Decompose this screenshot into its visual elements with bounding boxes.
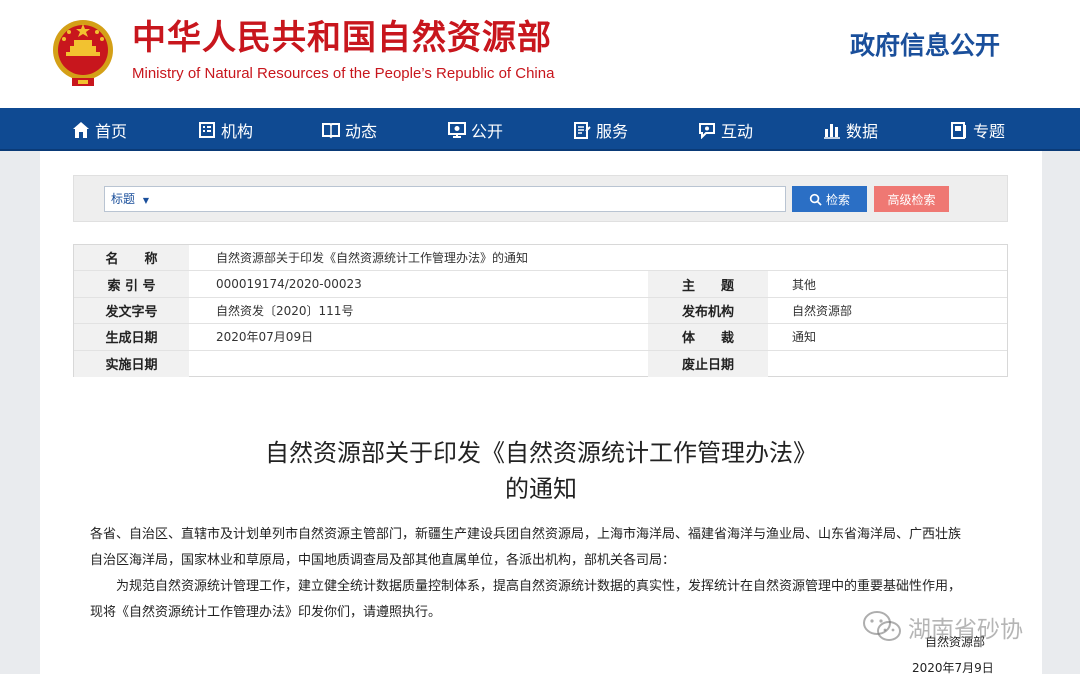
article-title-line: 自然资源部关于印发《自然资源统计工作管理办法》 — [265, 439, 817, 467]
search-icon — [809, 193, 822, 206]
home-icon — [73, 121, 89, 138]
article-title-line: 的通知 — [505, 475, 577, 503]
meta-label: 体 裁 — [648, 324, 768, 350]
topic-icon — [951, 121, 966, 139]
content-panel: 标题 ▼ 检索 高级检索 名 称 自然资源部关于印发《自然资源统计工作管理办法》… — [40, 151, 1042, 674]
caret-down-icon: ▼ — [142, 196, 149, 205]
nav-item-home[interactable]: 首页 — [72, 108, 127, 151]
ministry-name-en: Ministry of Natural Resources of the Peo… — [132, 65, 555, 82]
ministry-name-cn: 中华人民共和国自然资源部 — [132, 18, 552, 58]
body-line: 为规范自然资源统计管理工作，建立健全统计数据质量控制体系，提高自然资源统计数据的… — [116, 579, 962, 594]
nav-item-organization[interactable]: 机构 — [198, 108, 253, 151]
nav-item-service[interactable]: 服务 — [573, 108, 628, 151]
article-date: 2020年7月9日 — [912, 661, 994, 674]
nav-item-public[interactable]: 公开 — [448, 108, 503, 151]
document-meta-table: 名 称 自然资源部关于印发《自然资源统计工作管理办法》的通知 索 引 号 000… — [73, 244, 1008, 377]
search-box: 标题 ▼ — [104, 186, 786, 212]
gov-info-open-link[interactable]: 政府信息公开 — [850, 30, 1000, 62]
organization-icon — [199, 121, 215, 138]
meta-row-doc-no: 发文字号 自然资发〔2020〕111号 发布机构 自然资源部 — [74, 297, 1007, 325]
meta-value-issuer: 自然资源部 — [792, 303, 853, 318]
search-bar: 标题 ▼ 检索 高级检索 — [73, 175, 1008, 222]
national-emblem-icon — [53, 20, 113, 86]
meta-label: 废止日期 — [648, 350, 768, 377]
meta-value-date: 2020年07月09日 — [216, 330, 314, 345]
meta-value-index: 000019174/2020-00023 — [216, 277, 362, 292]
nav-item-label: 动态 — [345, 121, 378, 141]
nav-item-news[interactable]: 动态 — [322, 108, 377, 151]
nav-item-label: 机构 — [221, 121, 254, 141]
article-title: 自然资源部关于印发《自然资源统计工作管理办法》 的通知 — [40, 435, 1042, 507]
nav-item-label: 专题 — [973, 121, 1006, 141]
nav-item-label: 首页 — [95, 121, 128, 141]
watermark: 湖南省砂协 — [862, 610, 1023, 644]
search-input[interactable] — [165, 188, 775, 210]
watermark-text: 湖南省砂协 — [908, 617, 1023, 643]
article-addressees: 各省、自治区、直辖市及计划单列市自然资源主管部门，新疆生产建设兵团自然资源局，上… — [90, 522, 1000, 574]
meta-label: 发布机构 — [648, 297, 768, 324]
nav-item-label: 互动 — [721, 121, 754, 141]
meta-value-genre: 通知 — [792, 330, 817, 345]
search-button-label: 检索 — [825, 192, 850, 207]
data-chart-icon — [824, 123, 840, 139]
service-icon — [574, 121, 591, 139]
meta-label: 名 称 — [74, 245, 189, 271]
search-field-label: 标题 — [111, 192, 136, 206]
body-line: 各省、自治区、直辖市及计划单列市自然资源主管部门，新疆生产建设兵团自然资源局，上… — [90, 527, 962, 542]
search-field-select[interactable]: 标题 ▼ — [111, 187, 149, 211]
public-info-icon — [448, 121, 466, 138]
body-line: 自治区海洋局，国家林业和草原局，中国地质调查局及部其他直属单位，各派出机构，部机… — [90, 553, 676, 568]
nav-item-label: 数据 — [846, 121, 879, 141]
meta-label: 主 题 — [648, 271, 768, 297]
wechat-icon — [863, 611, 901, 641]
advanced-search-button[interactable]: 高级检索 — [874, 186, 949, 212]
advanced-search-label: 高级检索 — [887, 192, 936, 207]
meta-label: 实施日期 — [74, 350, 189, 377]
search-button[interactable]: 检索 — [792, 186, 867, 212]
meta-label: 生成日期 — [74, 324, 189, 350]
interaction-icon — [699, 122, 715, 139]
meta-label: 发文字号 — [74, 297, 189, 324]
meta-value-name: 自然资源部关于印发《自然资源统计工作管理办法》的通知 — [216, 251, 529, 266]
meta-row-date: 生成日期 2020年07月09日 体 裁 通知 — [74, 324, 1007, 351]
nav-item-label: 公开 — [471, 121, 504, 141]
site-header: 中华人民共和国自然资源部 Ministry of Natural Resourc… — [0, 0, 1080, 108]
main-nav: 首页 机构 动态 公开 服务 互动 数据 专题 — [0, 108, 1080, 151]
news-icon — [322, 122, 340, 138]
meta-value-subject: 其他 — [792, 277, 817, 292]
meta-row-index: 索 引 号 000019174/2020-00023 主 题 其他 — [74, 271, 1007, 298]
meta-row-name: 名 称 自然资源部关于印发《自然资源统计工作管理办法》的通知 — [74, 245, 1007, 272]
nav-item-topic[interactable]: 专题 — [950, 108, 1005, 151]
meta-row-implement: 实施日期 废止日期 — [74, 350, 1007, 377]
nav-item-interaction[interactable]: 互动 — [698, 108, 753, 151]
nav-item-data[interactable]: 数据 — [823, 108, 878, 151]
meta-value-doc-no: 自然资发〔2020〕111号 — [216, 303, 354, 318]
meta-label: 索 引 号 — [74, 271, 189, 297]
nav-item-label: 服务 — [596, 121, 629, 141]
